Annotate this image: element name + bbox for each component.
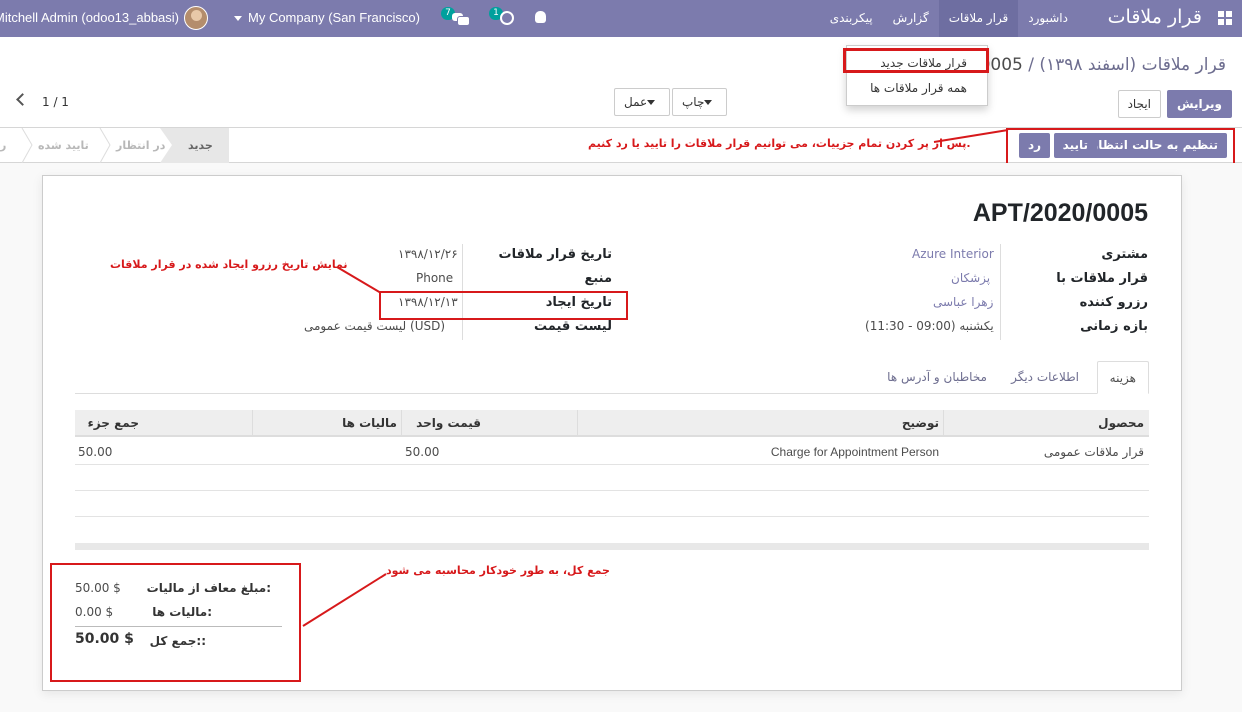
dropdown-all-appointments[interactable]: همه قرار ملاقات ها <box>870 81 967 95</box>
apps-grid-icon[interactable] <box>1218 11 1232 25</box>
col-description[interactable]: توضیح <box>902 410 939 437</box>
field-label-appointment-with: قرار ملاقات با <box>1056 271 1148 286</box>
action-label: عمل <box>624 95 648 109</box>
main-menu: داشبورد قرار ملاقات گزارش پیکربندی <box>820 0 1078 37</box>
chat-icon[interactable] <box>452 11 470 26</box>
menu-configuration[interactable]: پیکربندی <box>820 0 883 37</box>
cell-unit-price[interactable]: 50.00 <box>405 445 439 459</box>
control-panel: قرار ملاقات (اسفند ۱۳۹۸) / 0005 ویرایش ا… <box>0 37 1242 128</box>
col-subtotal[interactable]: جمع جزء <box>88 410 139 437</box>
field-label-time-slot: بازه زمانی <box>1080 319 1148 334</box>
tab-other-info[interactable]: اطلاعات دیگر <box>999 361 1091 394</box>
row-divider <box>75 516 1149 517</box>
top-navbar: قرار ملاقات داشبورد قرار ملاقات گزارش پی… <box>0 0 1242 37</box>
company-switcher[interactable]: My Company (San Francisco) <box>234 10 420 25</box>
field-source[interactable]: Phone <box>416 271 453 285</box>
print-label: چاپ <box>682 95 705 109</box>
bug-icon[interactable] <box>535 11 546 23</box>
avatar[interactable] <box>184 6 208 30</box>
column-separator <box>401 410 402 437</box>
annotation-statusbar: پس از پر کردن تمام جزییات، می توانیم قرا… <box>588 137 971 150</box>
edit-button[interactable]: ویرایش <box>1166 90 1232 118</box>
field-booked-by[interactable]: زهرا عباسی <box>933 295 993 309</box>
col-product[interactable]: محصول <box>1098 410 1144 437</box>
table-footer <box>75 543 1149 550</box>
annotation-totals: جمع کل، به طور خودکار محاسبه می شود <box>386 564 610 577</box>
row-divider <box>75 490 1149 491</box>
field-label-appointment-date: تاریخ قرار ملاقات <box>498 247 612 262</box>
field-customer[interactable]: Azure Interior <box>912 247 994 261</box>
notebook-tabs: هزینه اطلاعات دیگر مخاطبان و آدرس ها <box>75 361 1149 394</box>
field-label-source: منبع <box>584 271 612 286</box>
row-divider <box>75 464 1149 465</box>
highlight-box <box>50 563 301 682</box>
field-appointment-date[interactable]: ۱۳۹۸/۱۲/۲۶ <box>398 247 458 261</box>
cell-subtotal: 50.00 <box>78 445 113 459</box>
highlight-box <box>843 48 989 73</box>
company-name: My Company (San Francisco) <box>248 10 420 25</box>
record-title: APT/2020/0005 <box>972 199 1148 227</box>
column-separator <box>943 410 944 437</box>
column-separator <box>577 410 578 437</box>
breadcrumb: قرار ملاقات (اسفند ۱۳۹۸) / 0005 <box>980 55 1226 75</box>
action-button[interactable]: عمل <box>614 88 671 116</box>
divider <box>1000 244 1001 340</box>
user-menu[interactable]: Mitchell Admin (odoo13_abbasi) <box>0 10 179 25</box>
create-button[interactable]: ایجاد <box>1117 90 1161 118</box>
menu-reporting[interactable]: گزارش <box>883 0 939 37</box>
annotation-arrow <box>302 573 387 627</box>
table-header: محصول توضیح قیمت واحد مالیات ها جمع جزء <box>75 410 1149 437</box>
stage-separators <box>21 128 172 163</box>
field-label-customer: مشتری <box>1101 247 1148 262</box>
field-appointment-with[interactable]: پزشکان <box>951 271 990 285</box>
tab-contacts-addresses[interactable]: مخاطبان و آدرس ها <box>875 361 999 394</box>
annotation-date: نمایش تاریخ رزرو ایجاد شده در قرار ملاقا… <box>110 258 348 271</box>
print-button[interactable]: چاپ <box>672 88 728 116</box>
cell-description[interactable]: Charge for Appointment Person <box>771 445 939 459</box>
field-pricelist[interactable]: لیست قیمت عمومی (USD) <box>304 319 445 333</box>
chevron-down-icon <box>234 16 242 22</box>
chevron-down-icon <box>647 100 656 105</box>
menu-dashboard[interactable]: داشبورد <box>1018 0 1078 37</box>
annotation-arrow <box>336 266 382 294</box>
chevron-down-icon <box>704 100 713 105</box>
pager-value[interactable]: 1 / 1 <box>42 95 69 109</box>
annotation-arrow <box>933 129 1009 143</box>
field-label-booked-by: رزرو کننده <box>1079 295 1148 310</box>
col-taxes[interactable]: مالیات ها <box>342 410 397 437</box>
menu-appointments[interactable]: قرار ملاقات <box>938 0 1019 37</box>
app-brand[interactable]: قرار ملاقات <box>1108 6 1202 28</box>
breadcrumb-parent[interactable]: قرار ملاقات (اسفند ۱۳۹۸) / <box>1028 55 1226 75</box>
tab-cost[interactable]: هزینه <box>1096 361 1149 394</box>
field-time-slot[interactable]: یکشنبه (09:00 - 11:30) <box>865 319 994 333</box>
clock-icon[interactable] <box>500 11 514 25</box>
cell-product[interactable]: قرار ملاقات عمومی <box>1044 445 1144 459</box>
field-label-pricelist: لیست قیمت <box>534 319 612 334</box>
chevron-left-icon[interactable] <box>16 93 29 106</box>
column-separator <box>252 410 253 437</box>
col-unit-price[interactable]: قیمت واحد <box>416 410 481 437</box>
highlight-box <box>379 291 628 320</box>
